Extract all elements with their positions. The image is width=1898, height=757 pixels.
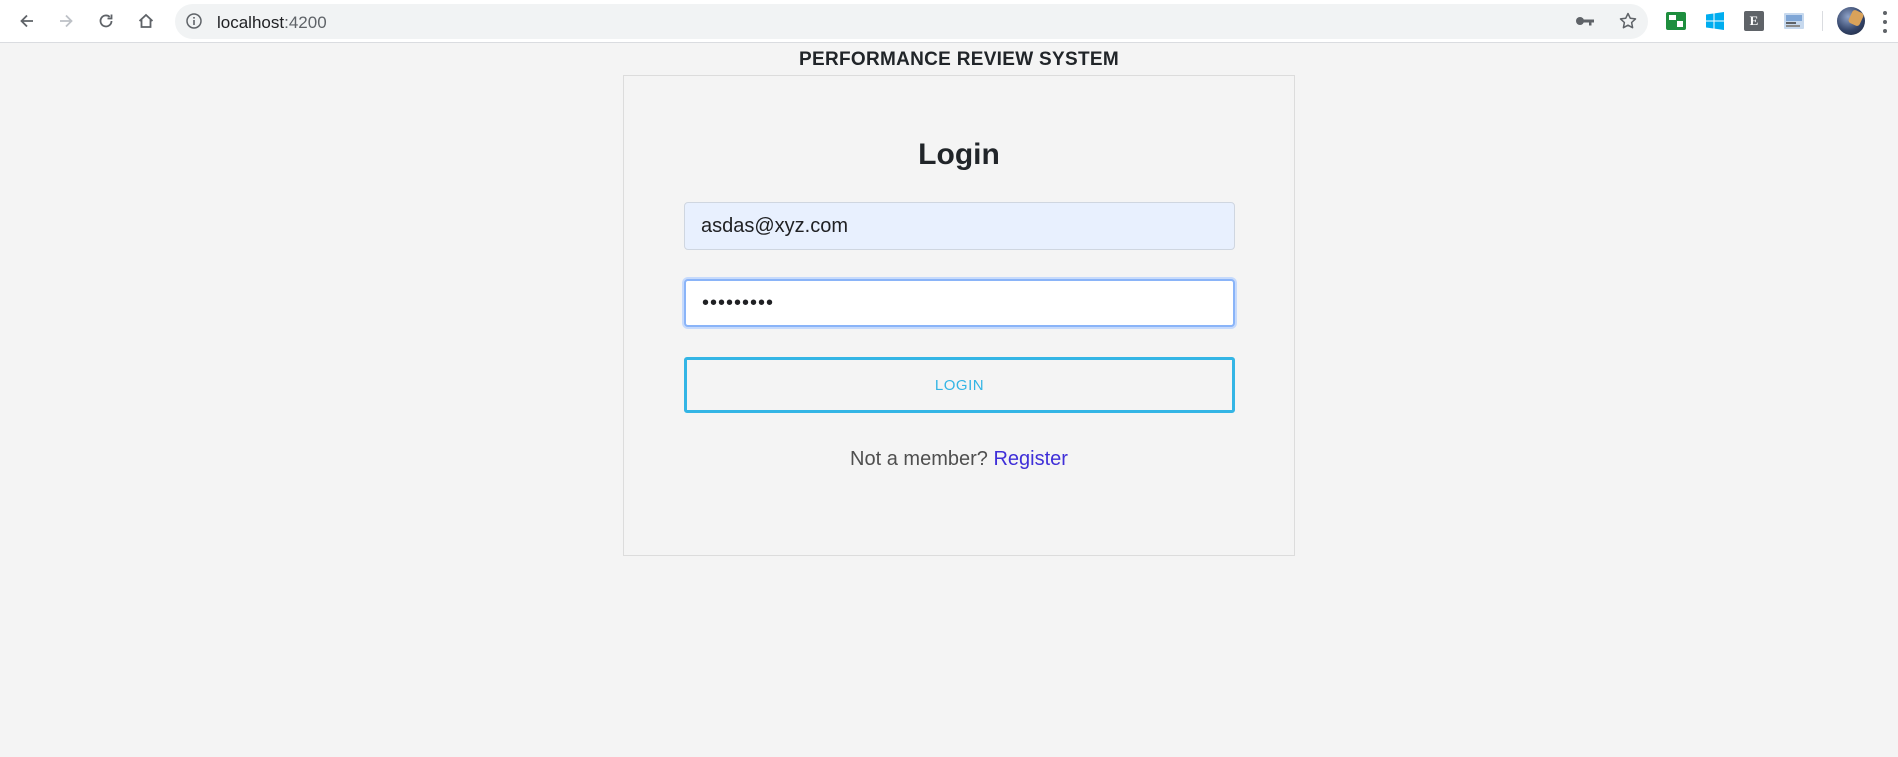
key-icon[interactable] bbox=[1574, 12, 1596, 35]
login-button-label: LOGIN bbox=[934, 376, 985, 394]
info-icon[interactable] bbox=[185, 12, 203, 30]
browser-toolbar: localhost:4200 E bbox=[0, 0, 1898, 43]
image-extension-icon[interactable] bbox=[1783, 10, 1805, 32]
address-bar[interactable]: localhost:4200 bbox=[175, 4, 1648, 39]
star-icon[interactable] bbox=[1618, 11, 1638, 36]
e-extension-icon[interactable]: E bbox=[1743, 10, 1765, 32]
e-extension-letter: E bbox=[1749, 13, 1759, 28]
login-heading: Login bbox=[918, 138, 1000, 171]
email-value: asdas@xyz.com bbox=[701, 214, 849, 237]
url-port: :4200 bbox=[284, 13, 327, 32]
browser-menu-icon[interactable] bbox=[1882, 11, 1888, 33]
windows-extension-icon[interactable] bbox=[1704, 10, 1726, 32]
url-host: localhost bbox=[217, 13, 285, 32]
register-prompt: Not a member? bbox=[850, 448, 988, 470]
home-icon[interactable] bbox=[131, 6, 161, 36]
forward-icon[interactable] bbox=[51, 6, 81, 36]
profile-avatar[interactable] bbox=[1837, 7, 1865, 35]
password-field[interactable]: ••••••••• bbox=[684, 279, 1235, 327]
login-button[interactable]: LOGIN bbox=[684, 357, 1235, 413]
reload-icon[interactable] bbox=[91, 6, 121, 36]
toolbar-separator bbox=[1822, 11, 1823, 31]
register-line: Not a member? Register bbox=[624, 448, 1294, 471]
register-link[interactable]: Register bbox=[993, 448, 1067, 470]
back-icon[interactable] bbox=[12, 6, 42, 36]
app-title: PERFORMANCE REVIEW SYSTEM bbox=[799, 49, 1119, 70]
sheets-extension-icon[interactable] bbox=[1665, 10, 1687, 32]
password-value: ••••••••• bbox=[702, 291, 775, 314]
login-card: Login asdas@xyz.com ••••••••• LOGIN Not … bbox=[623, 75, 1295, 556]
url-text[interactable]: localhost:4200 bbox=[217, 13, 327, 33]
email-field[interactable]: asdas@xyz.com bbox=[684, 202, 1235, 250]
